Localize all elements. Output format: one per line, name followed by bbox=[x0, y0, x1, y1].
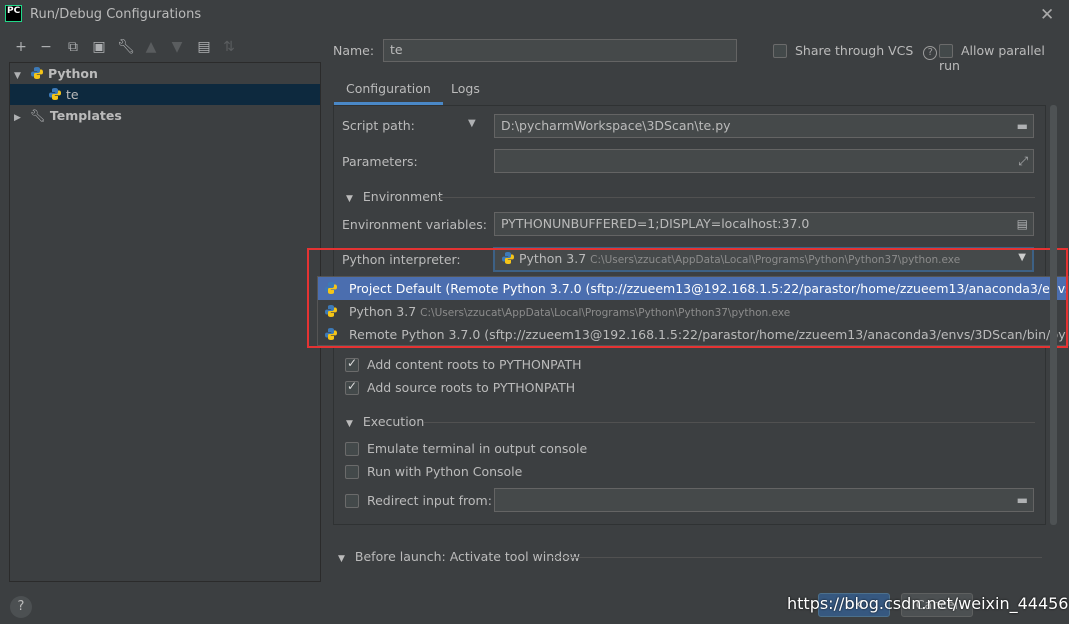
folder-icon[interactable]: ▬ bbox=[1017, 119, 1028, 133]
help-icon[interactable]: ? bbox=[923, 46, 938, 60]
execution-section[interactable]: ▼ Execution bbox=[346, 414, 424, 429]
tree-item-templates[interactable]: ▶ 🔧︎ Templates bbox=[10, 105, 320, 126]
tree-label-te: te bbox=[65, 87, 79, 102]
folder-icon[interactable]: ▬ bbox=[1017, 493, 1028, 507]
name-label: Name: bbox=[333, 43, 375, 58]
collapse-arrow-icon[interactable]: ▶ bbox=[14, 108, 26, 129]
help-button[interactable]: ? bbox=[10, 596, 32, 618]
script-type-dropdown-icon[interactable]: ▼ bbox=[468, 118, 476, 129]
share-vcs-label: Share through VCS bbox=[794, 43, 914, 58]
tree-label-python: Python bbox=[47, 66, 98, 81]
tree-item-te[interactable]: te bbox=[10, 84, 320, 105]
wrench-icon: 🔧︎ bbox=[29, 108, 46, 123]
move-up-icon[interactable]: ▲ bbox=[142, 38, 160, 56]
emulate-terminal-label: Emulate terminal in output console bbox=[366, 441, 588, 456]
content-roots-label: Add content roots to PYTHONPATH bbox=[366, 357, 582, 372]
redirect-input-label: Redirect input from: bbox=[366, 493, 492, 508]
execution-section-title: Execution bbox=[362, 414, 425, 429]
share-vcs-checkbox[interactable] bbox=[773, 44, 787, 58]
python-console-option[interactable]: Run with Python Console bbox=[345, 464, 522, 479]
redirect-input-field[interactable]: ▬ bbox=[494, 488, 1034, 512]
source-roots-label: Add source roots to PYTHONPATH bbox=[366, 380, 576, 395]
collapse-arrow-icon[interactable]: ▼ bbox=[346, 419, 353, 429]
source-roots-checkbox[interactable] bbox=[345, 379, 359, 395]
parallel-run-option[interactable]: Allow parallel run bbox=[939, 43, 1069, 73]
env-vars-input[interactable]: PYTHONUNBUFFERED=1;DISPLAY=localhost:37.… bbox=[494, 212, 1034, 236]
python-console-label: Run with Python Console bbox=[366, 464, 523, 479]
redirect-input-checkbox[interactable] bbox=[345, 494, 359, 508]
copy-icon[interactable]: ⧉ bbox=[64, 38, 82, 56]
section-divider bbox=[552, 557, 1042, 558]
document-icon[interactable]: ▤ bbox=[1017, 217, 1028, 231]
add-icon[interactable]: + bbox=[12, 38, 30, 56]
close-icon[interactable]: ✕ bbox=[1040, 5, 1054, 25]
script-path-input[interactable]: D:\pycharmWorkspace\3DScan\te.py ▬ bbox=[494, 114, 1034, 138]
tab-configuration[interactable]: Configuration bbox=[334, 75, 443, 105]
highlight-annotation-box bbox=[307, 248, 1068, 348]
script-path-label: Script path: bbox=[342, 118, 415, 133]
content-roots-checkbox[interactable] bbox=[345, 356, 359, 372]
environment-section[interactable]: ▼ Environment bbox=[346, 189, 443, 204]
expand-icon[interactable]: ⤢ bbox=[1018, 154, 1028, 169]
collapse-arrow-icon[interactable]: ▼ bbox=[338, 554, 345, 564]
section-divider bbox=[438, 197, 1035, 198]
env-vars-value: PYTHONUNBUFFERED=1;DISPLAY=localhost:37.… bbox=[501, 216, 810, 231]
script-path-value: D:\pycharmWorkspace\3DScan\te.py bbox=[501, 118, 731, 133]
tree-label-templates: Templates bbox=[49, 108, 122, 123]
save-icon[interactable]: ▣ bbox=[90, 38, 108, 56]
tree-item-python[interactable]: ▼ Python bbox=[10, 63, 320, 84]
new-folder-icon[interactable]: ▤ bbox=[195, 38, 213, 56]
before-launch-section[interactable]: ▼ Before launch: Activate tool window bbox=[338, 549, 580, 564]
pycharm-logo-icon: PC bbox=[5, 5, 22, 22]
tab-logs[interactable]: Logs bbox=[439, 75, 492, 105]
window-title: Run/Debug Configurations bbox=[30, 7, 202, 22]
python-icon bbox=[30, 67, 43, 79]
source-roots-option[interactable]: Add source roots to PYTHONPATH bbox=[345, 379, 576, 395]
env-vars-label: Environment variables: bbox=[342, 217, 487, 232]
watermark-text: https://blog.csdn.net/weixin_44456692 bbox=[787, 594, 1069, 613]
parallel-run-label: Allow parallel run bbox=[939, 43, 1045, 73]
parameters-label: Parameters: bbox=[342, 154, 418, 169]
collapse-arrow-icon[interactable]: ▼ bbox=[346, 194, 353, 204]
environment-section-title: Environment bbox=[362, 189, 443, 204]
share-vcs-option[interactable]: Share through VCS ? bbox=[773, 43, 938, 60]
wrench-icon[interactable]: 🔧︎ bbox=[117, 38, 135, 56]
python-icon bbox=[49, 88, 61, 100]
remove-icon[interactable]: − bbox=[37, 38, 55, 56]
name-input[interactable]: te bbox=[383, 39, 737, 62]
before-launch-title: Before launch: Activate tool window bbox=[354, 549, 580, 564]
content-roots-option[interactable]: Add content roots to PYTHONPATH bbox=[345, 356, 582, 372]
move-down-icon[interactable]: ▼ bbox=[168, 38, 186, 56]
section-divider bbox=[424, 422, 1035, 423]
parameters-input[interactable]: ⤢ bbox=[494, 149, 1034, 173]
redirect-input-option[interactable]: Redirect input from: bbox=[345, 493, 492, 508]
python-console-checkbox[interactable] bbox=[345, 465, 359, 479]
sort-icon[interactable]: ⇅ bbox=[220, 38, 238, 56]
title-bar: PC Run/Debug Configurations ✕ bbox=[0, 0, 1069, 30]
configuration-tree: ▼ Python te ▶ 🔧︎ Templates bbox=[9, 62, 321, 582]
vertical-scrollbar[interactable] bbox=[1050, 105, 1057, 525]
emulate-terminal-checkbox[interactable] bbox=[345, 442, 359, 456]
emulate-terminal-option[interactable]: Emulate terminal in output console bbox=[345, 441, 587, 456]
expand-arrow-icon[interactable]: ▼ bbox=[14, 66, 26, 87]
parallel-run-checkbox[interactable] bbox=[939, 44, 953, 58]
